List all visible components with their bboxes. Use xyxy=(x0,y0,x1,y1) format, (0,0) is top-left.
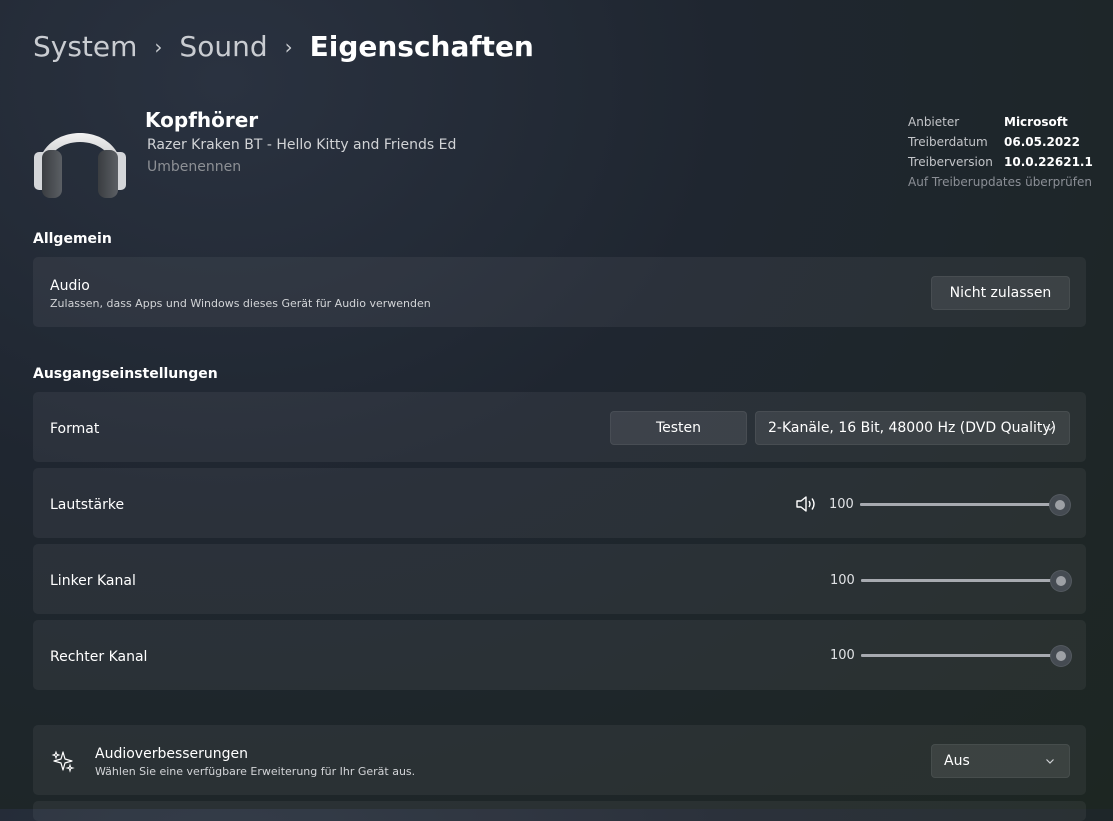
left-channel-value: 100 xyxy=(830,572,855,588)
right-channel-slider-thumb[interactable] xyxy=(1049,644,1072,667)
page-title: Eigenschaften xyxy=(309,30,534,63)
next-card xyxy=(33,801,1086,821)
section-title-output: Ausgangseinstellungen xyxy=(33,366,218,382)
volume-slider-fill xyxy=(859,502,1060,506)
speaker-icon[interactable] xyxy=(795,494,819,514)
right-channel-label: Rechter Kanal xyxy=(50,649,148,665)
enhancements-title: Audioverbesserungen xyxy=(95,746,249,762)
right-channel-card: Rechter Kanal 100 xyxy=(33,620,1086,690)
rename-link[interactable]: Umbenennen xyxy=(147,159,241,175)
left-channel-label: Linker Kanal xyxy=(50,573,136,589)
volume-slider-thumb[interactable] xyxy=(1048,493,1071,516)
left-channel-slider[interactable] xyxy=(860,569,1072,592)
test-button[interactable]: Testen xyxy=(610,411,747,445)
driver-info: Anbieter Microsoft Treiberdatum 06.05.20… xyxy=(908,112,1093,189)
driver-date-label: Treiberdatum xyxy=(908,135,988,149)
enhancements-dropdown[interactable]: Aus xyxy=(931,744,1070,778)
audio-card: Audio Zulassen, dass Apps und Windows di… xyxy=(33,257,1086,327)
enhancements-dropdown-value: Aus xyxy=(944,753,970,769)
breadcrumb-separator: › xyxy=(284,34,293,59)
driver-version-label: Treiberversion xyxy=(908,155,993,169)
device-name: Kopfhörer xyxy=(145,108,259,132)
volume-card: Lautstärke 100 xyxy=(33,468,1086,538)
left-channel-control: 100 xyxy=(830,568,1072,592)
sparkle-icon xyxy=(51,750,75,773)
audio-subtitle: Zulassen, dass Apps und Windows dieses G… xyxy=(50,297,431,310)
right-channel-slider[interactable] xyxy=(860,644,1072,667)
chevron-down-icon xyxy=(1046,759,1054,764)
breadcrumb-sound[interactable]: Sound xyxy=(179,30,267,63)
format-dropdown-value: 2-Kanäle, 16 Bit, 48000 Hz (DVD Quality) xyxy=(768,420,1057,436)
right-channel-slider-fill xyxy=(860,653,1061,657)
driver-date-value: 06.05.2022 xyxy=(1004,135,1080,149)
provider-value: Microsoft xyxy=(1004,115,1068,129)
volume-value: 100 xyxy=(829,496,854,512)
format-dropdown[interactable]: 2-Kanäle, 16 Bit, 48000 Hz (DVD Quality) xyxy=(755,411,1070,445)
left-channel-slider-thumb[interactable] xyxy=(1049,569,1072,592)
left-channel-card: Linker Kanal 100 xyxy=(33,544,1086,614)
right-channel-control: 100 xyxy=(830,643,1072,667)
volume-slider[interactable] xyxy=(859,493,1071,516)
volume-label: Lautstärke xyxy=(50,497,125,513)
right-channel-value: 100 xyxy=(830,647,855,663)
chevron-down-icon xyxy=(1046,426,1054,431)
enhancements-subtitle: Wählen Sie eine verfügbare Erweiterung f… xyxy=(95,765,416,778)
audio-title: Audio xyxy=(50,278,90,294)
breadcrumb-separator: › xyxy=(154,34,163,59)
format-label: Format xyxy=(50,421,100,437)
section-title-general: Allgemein xyxy=(33,231,112,247)
device-model: Razer Kraken BT - Hello Kitty and Friend… xyxy=(147,137,457,153)
headphones-icon xyxy=(32,100,128,200)
disallow-audio-button[interactable]: Nicht zulassen xyxy=(931,276,1070,310)
provider-label: Anbieter xyxy=(908,115,960,129)
left-channel-slider-fill xyxy=(860,578,1061,582)
driver-version-value: 10.0.22621.1 xyxy=(1004,155,1093,169)
enhancements-card: Audioverbesserungen Wählen Sie eine verf… xyxy=(33,725,1086,795)
breadcrumb-system[interactable]: System xyxy=(33,30,137,63)
volume-control: 100 xyxy=(795,492,1071,516)
breadcrumb: System › Sound › Eigenschaften xyxy=(33,30,534,63)
driver-update-link[interactable]: Auf Treiberupdates überprüfen xyxy=(908,175,1093,189)
format-card: Format Testen 2-Kanäle, 16 Bit, 48000 Hz… xyxy=(33,392,1086,462)
